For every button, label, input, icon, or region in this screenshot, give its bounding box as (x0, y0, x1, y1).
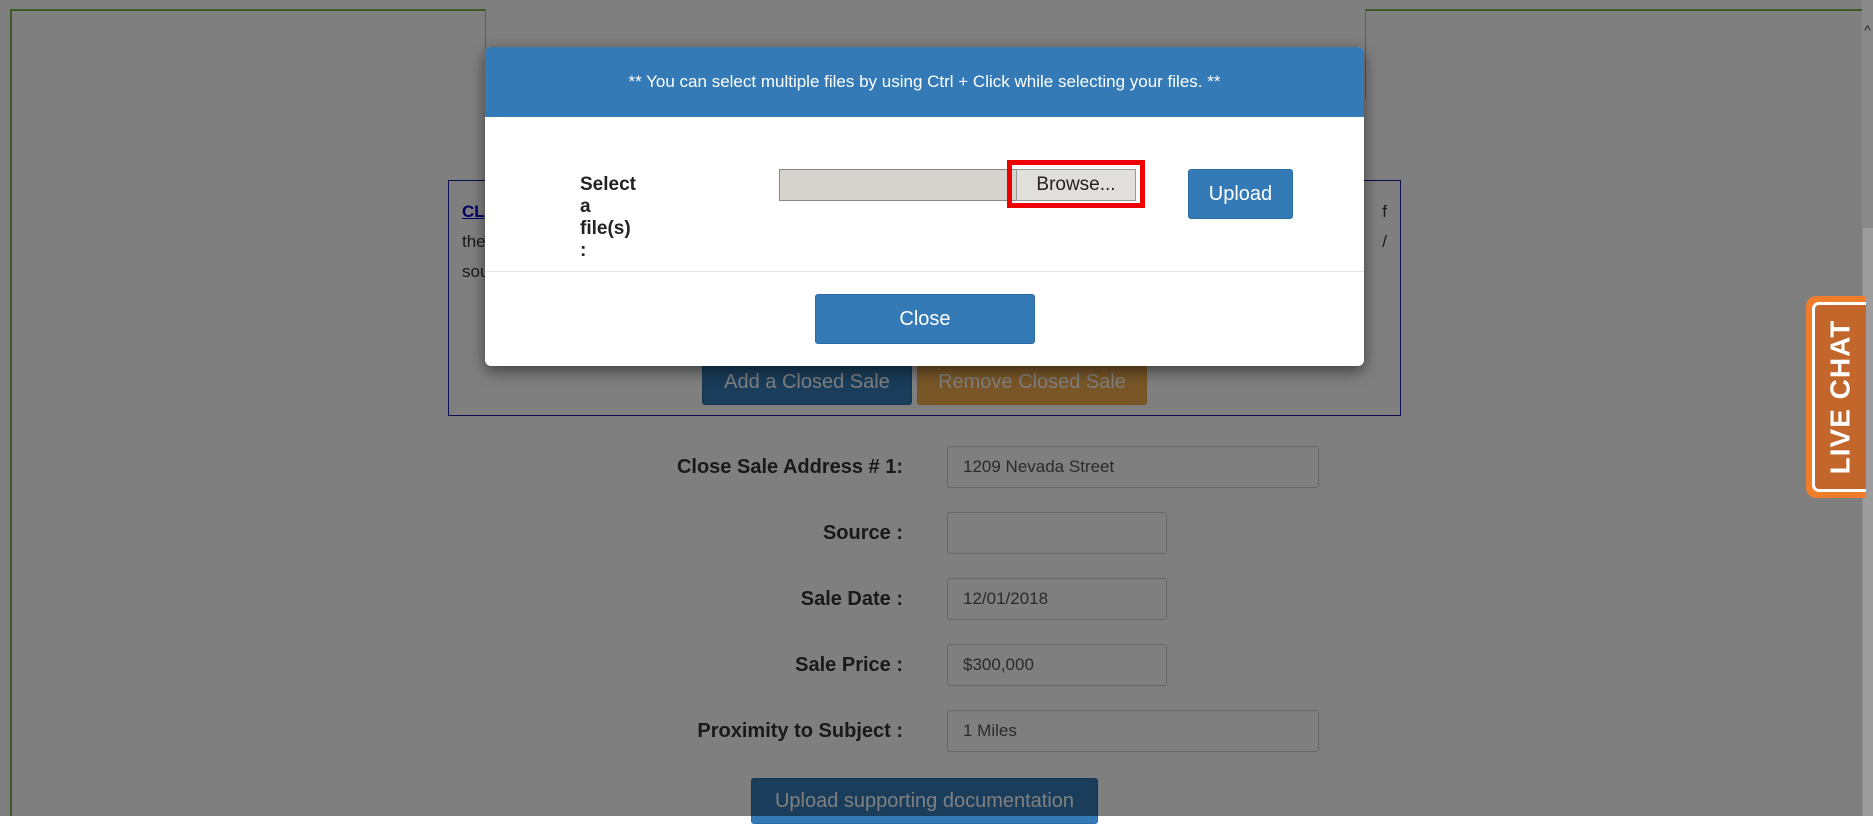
modal-header: ** You can select multiple files by usin… (485, 47, 1364, 117)
file-path-field[interactable] (779, 169, 1031, 201)
modal-header-text: ** You can select multiple files by usin… (628, 72, 1221, 91)
upload-button[interactable]: Upload (1188, 169, 1293, 219)
live-chat-label: LIVE CHAT (1824, 319, 1856, 475)
select-files-label: Select a file(s) : (580, 174, 636, 261)
browse-highlight-box (1007, 160, 1145, 208)
live-chat-inner: LIVE CHAT (1812, 302, 1866, 492)
live-chat-tab[interactable]: LIVE CHAT (1806, 296, 1866, 498)
close-button[interactable]: Close (815, 294, 1035, 344)
scroll-up-arrow-icon[interactable]: ^ (1862, 22, 1873, 38)
